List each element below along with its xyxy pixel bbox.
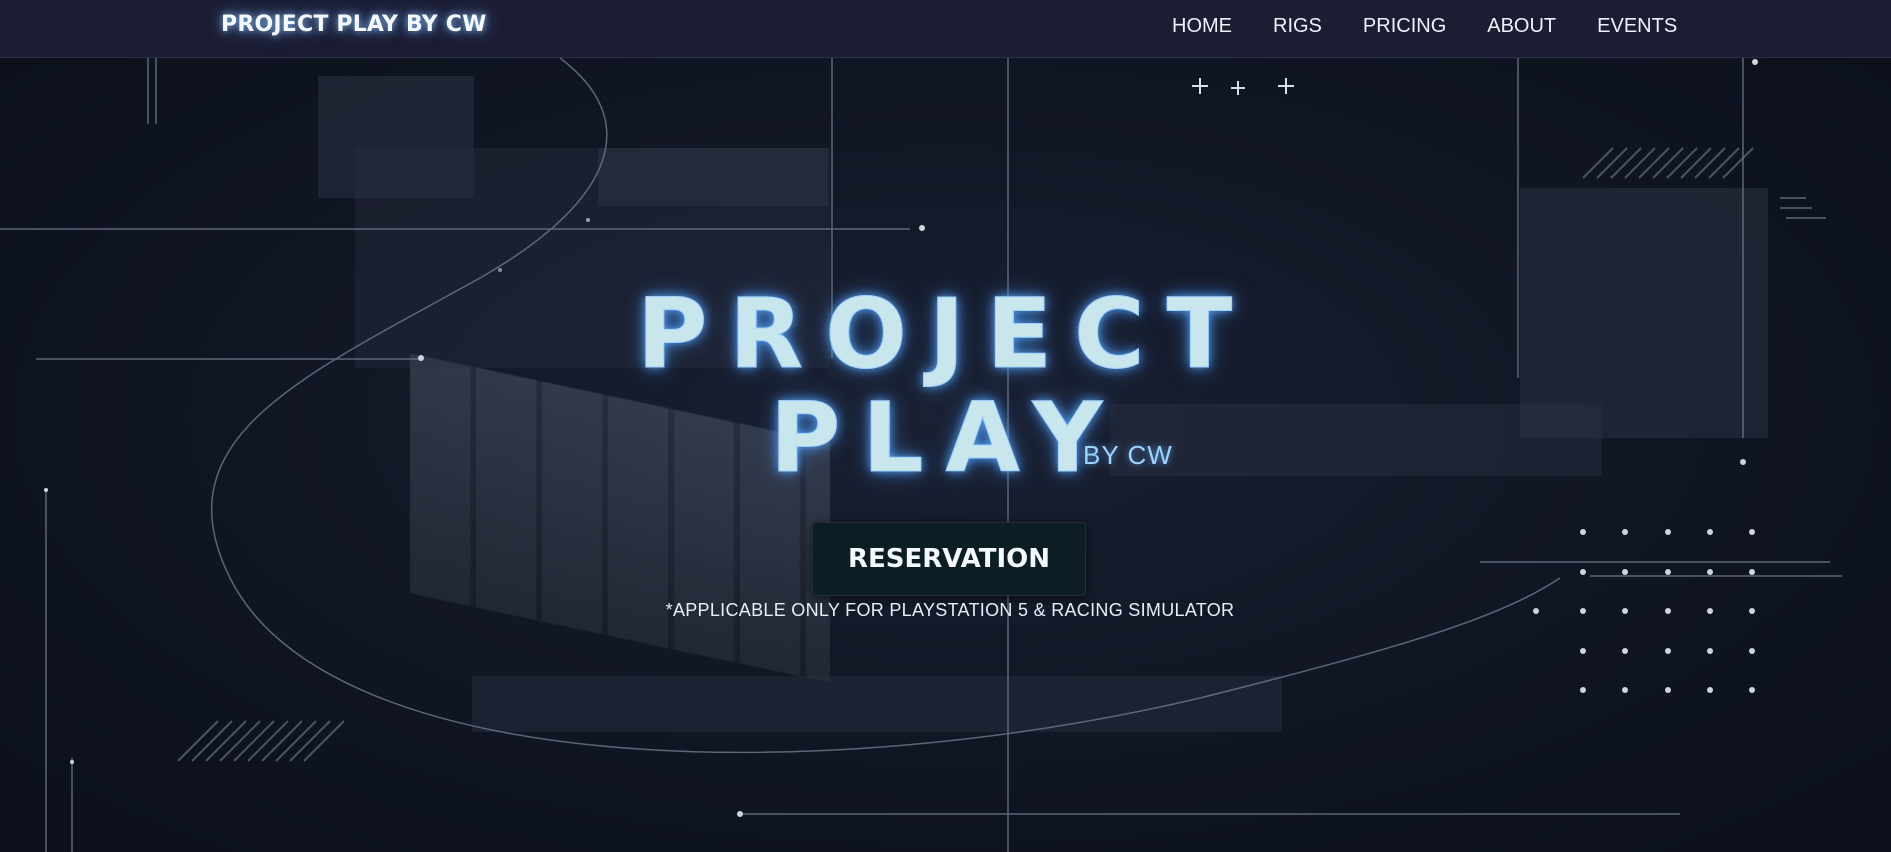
reservation-button[interactable]: RESERVATION bbox=[812, 522, 1086, 596]
nav-link-rigs[interactable]: RIGS bbox=[1273, 15, 1322, 38]
hero-section: PROJECT PLAY BY CW RESERVATION *APPLICAB… bbox=[0, 58, 1891, 852]
brand-logo-text[interactable]: PROJECT PLAY BY CW bbox=[221, 12, 487, 37]
nav-links: HOME RIGS PRICING ABOUT EVENTS bbox=[1172, 15, 1718, 38]
top-navbar: PROJECT PLAY BY CW HOME RIGS PRICING ABO… bbox=[0, 0, 1891, 58]
hero-title-group: PROJECT PLAY BY CW bbox=[0, 58, 1891, 852]
hero-title-line2: PLAY bbox=[769, 382, 1125, 494]
nav-link-events[interactable]: EVENTS bbox=[1597, 15, 1677, 38]
nav-link-home[interactable]: HOME bbox=[1172, 15, 1232, 38]
nav-link-about[interactable]: ABOUT bbox=[1487, 15, 1556, 38]
hero-title-suffix: BY CW bbox=[1083, 440, 1173, 470]
nav-link-pricing[interactable]: PRICING bbox=[1363, 15, 1446, 38]
hero-title-line1: PROJECT bbox=[636, 278, 1255, 390]
reservation-note: *APPLICABLE ONLY FOR PLAYSTATION 5 & RAC… bbox=[665, 600, 1235, 620]
